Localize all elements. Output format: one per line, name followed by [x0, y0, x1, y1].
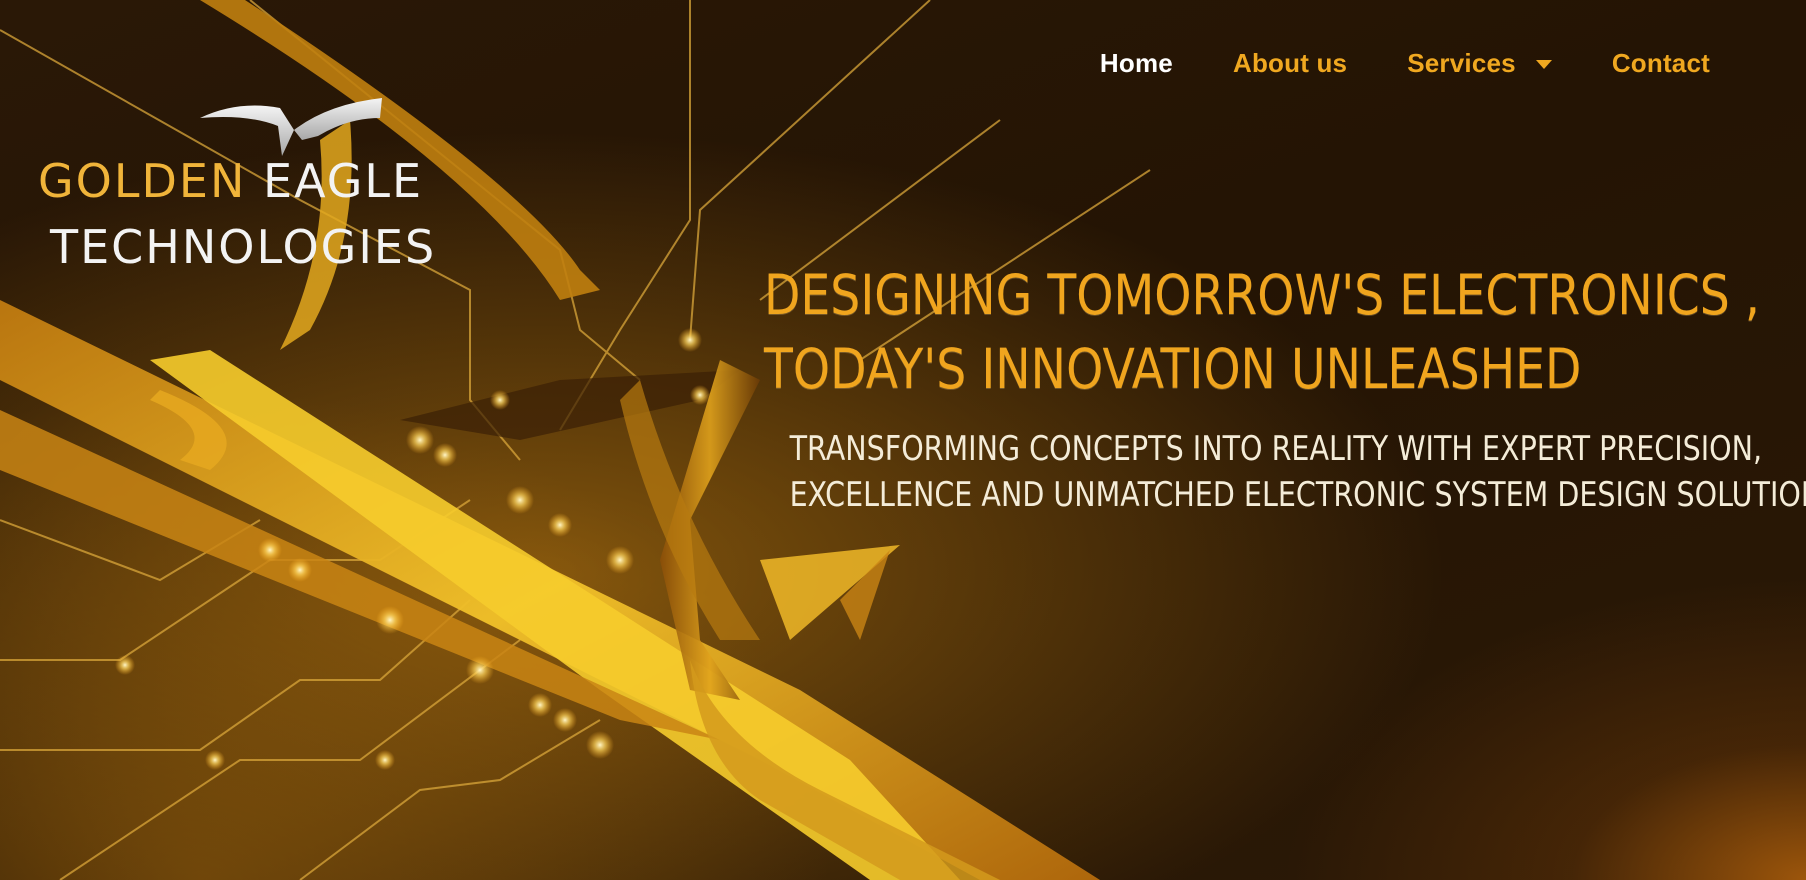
logo-word-golden: GOLDEN	[38, 154, 247, 208]
nav-home-label: Home	[1099, 48, 1173, 78]
nav-contact-link[interactable]: Contact	[1612, 48, 1710, 79]
logo-word-eagle: EAGLE	[263, 154, 424, 208]
main-nav: Home About us Services Contact	[1040, 48, 1710, 79]
nav-services-link[interactable]: Services	[1407, 48, 1552, 79]
hero-section: Home About us Services Contact GOLDEN EA…	[0, 0, 1806, 880]
company-logo[interactable]: GOLDEN EAGLE TECHNOLOGIES	[38, 96, 478, 276]
hero-tagline-line1: TRANSFORMING CONCEPTS INTO REALITY WITH …	[789, 429, 1763, 469]
hero-headline-line1: DESIGNING TOMORROW'S ELECTRONICS ,	[764, 263, 1760, 327]
nav-services-label: Services	[1407, 48, 1516, 78]
hero-tagline: TRANSFORMING CONCEPTS INTO REALITY WITH …	[704, 426, 1806, 518]
hero-headline: DESIGNING TOMORROW'S ELECTRONICS , TODAY…	[764, 258, 1760, 406]
logo-word-technologies: TECHNOLOGIES	[50, 220, 437, 274]
eagle-wings-icon	[200, 98, 382, 156]
nav-contact-label: Contact	[1611, 48, 1710, 78]
hero-headline-line2: TODAY'S INNOVATION UNLEASHED	[764, 337, 1582, 401]
nav-home-link[interactable]: Home	[1100, 48, 1173, 79]
hero-tagline-line2: EXCELLENCE AND UNMATCHED ELECTRONIC SYST…	[789, 475, 1806, 515]
nav-about-label: About us	[1232, 48, 1348, 78]
nav-about-link[interactable]: About us	[1233, 48, 1347, 79]
logo-text-line1: GOLDEN EAGLE	[38, 158, 423, 204]
chevron-down-icon[interactable]	[1535, 60, 1552, 69]
